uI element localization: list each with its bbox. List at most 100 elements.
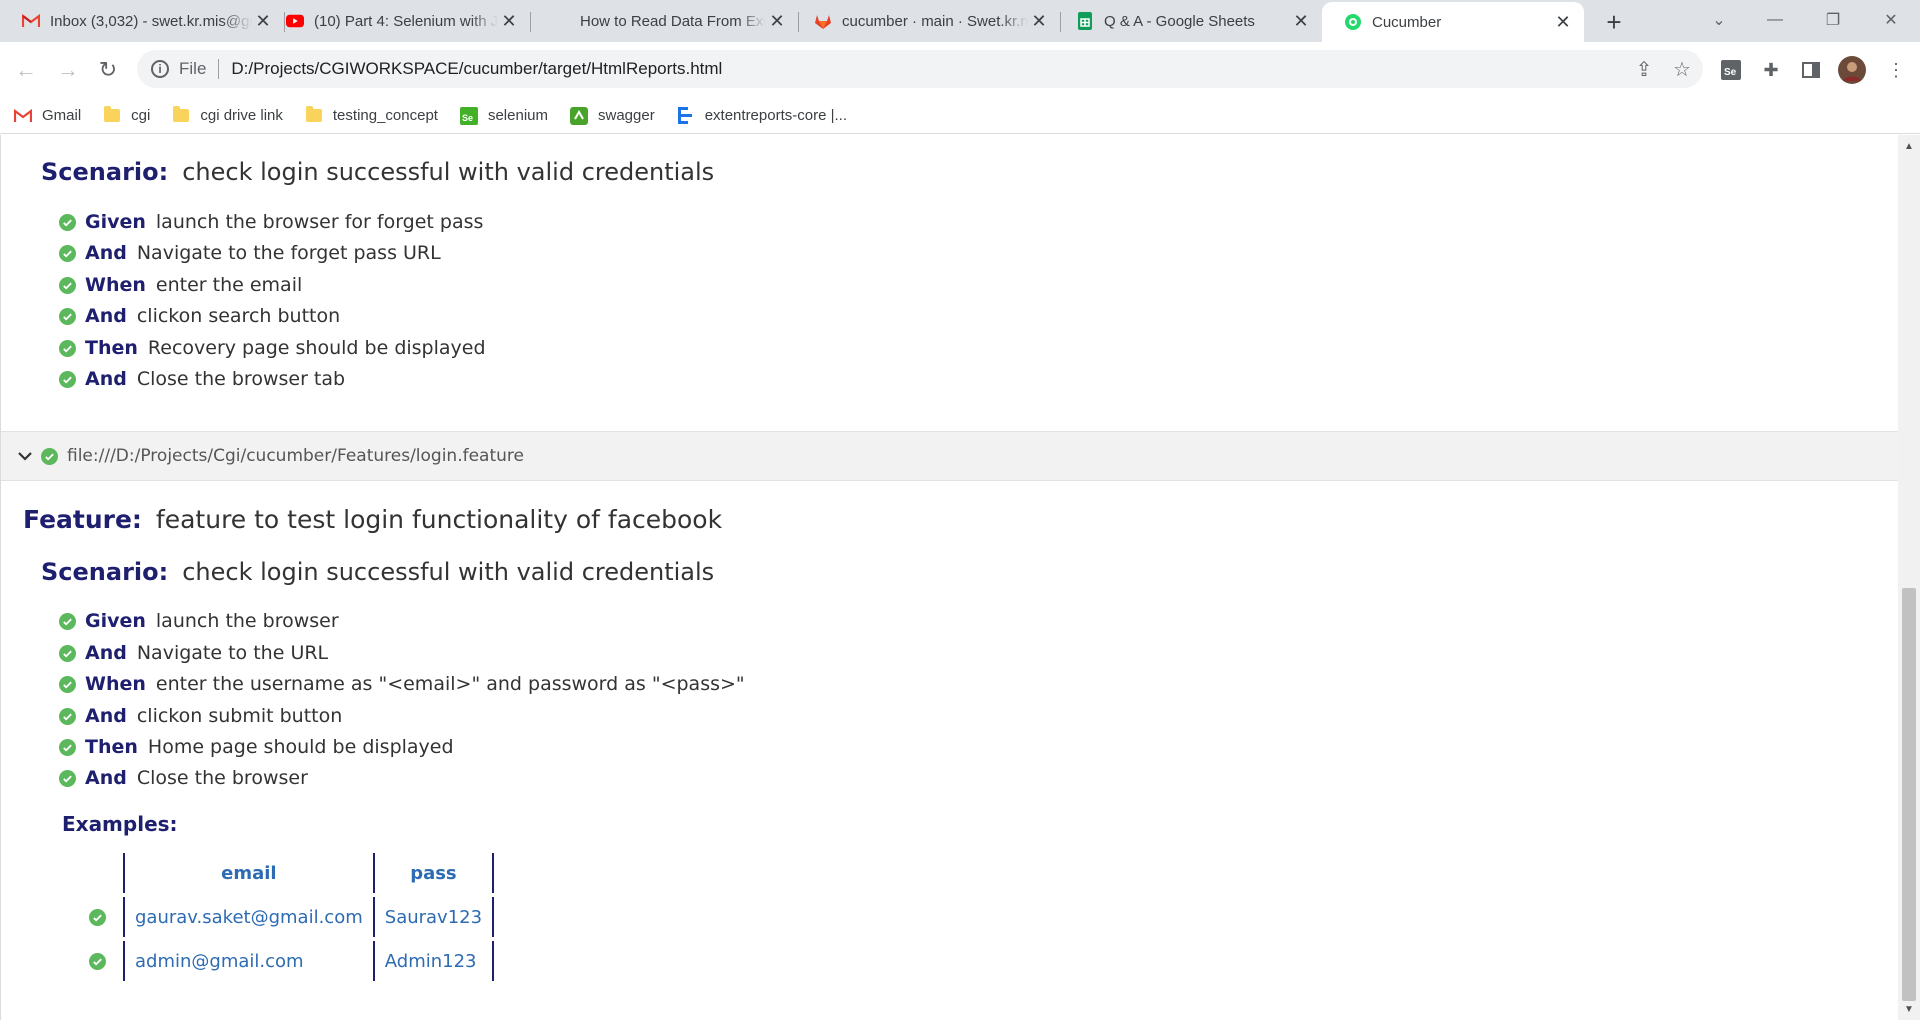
page-scrollbar[interactable]: ▲ ▼: [1898, 135, 1920, 1020]
chevron-down-icon[interactable]: [17, 448, 33, 464]
folder-icon: [103, 106, 121, 125]
scenario-keyword: Scenario:: [41, 558, 169, 586]
gmail-icon: [22, 12, 40, 30]
step: Then Recovery page should be displayed: [59, 334, 486, 362]
step-keyword: And: [85, 242, 127, 264]
close-icon[interactable]: ✕: [1028, 10, 1050, 32]
reload-button[interactable]: ↻: [92, 54, 124, 86]
svg-text:Se: Se: [462, 113, 473, 123]
close-icon[interactable]: ✕: [766, 10, 788, 32]
bookmark-label: Gmail: [42, 107, 82, 124]
bookmark-gmail[interactable]: Gmail: [14, 107, 81, 125]
passed-check-icon: [59, 769, 76, 787]
new-tab-button[interactable]: +: [1598, 6, 1630, 38]
step-text: enter the email: [155, 274, 303, 296]
site-info-icon[interactable]: i: [151, 60, 169, 78]
bookmark-cgi[interactable]: cgi: [103, 106, 150, 125]
tab-excel-article[interactable]: How to Read Data From Excel ✕: [530, 0, 798, 42]
feature-file-header[interactable]: file:///D:/Projects/Cgi/cucumber/Feature…: [1, 431, 1898, 481]
step: When enter the username as "<email>" and …: [59, 670, 745, 698]
profile-avatar[interactable]: [1836, 54, 1868, 86]
passed-check-icon: [89, 908, 106, 926]
step-text: Home page should be displayed: [147, 736, 454, 758]
bookmark-cgi-drive-link[interactable]: cgi drive link: [172, 106, 283, 125]
feature-file-path: file:///D:/Projects/Cgi/cucumber/Feature…: [67, 446, 524, 466]
bookmark-testing-concept[interactable]: testing_concept: [305, 106, 438, 125]
step-text: Close the browser tab: [136, 368, 346, 390]
bookmark-label: extentreports-core |...: [704, 107, 847, 124]
youtube-icon: [286, 12, 304, 30]
passed-check-icon: [89, 952, 106, 970]
tab-gitlab[interactable]: cucumber · main · Swet.kr.mishra ✕: [792, 0, 1060, 42]
scrollbar-thumb[interactable]: [1902, 588, 1916, 1001]
tab-google-sheets[interactable]: Q & A - Google Sheets ✕: [1054, 0, 1322, 42]
bookmark-label: selenium: [487, 107, 548, 124]
bookmarks-bar: Gmail cgi cgi drive link testing_concept…: [0, 98, 1920, 134]
examples-header-row: email pass: [89, 853, 495, 893]
status-cell: [89, 853, 124, 893]
bookmark-extentreports[interactable]: extentreports-core |...: [677, 106, 847, 125]
step-text: clickon search button: [136, 305, 341, 327]
step: And Close the browser: [59, 764, 308, 792]
step: And Navigate to the forget pass URL: [59, 239, 441, 267]
divider: [218, 59, 220, 79]
step-text: launch the browser: [155, 610, 339, 632]
examples-table: email pass gaurav.saket@gmail.com Saurav…: [89, 853, 495, 981]
tab-cucumber[interactable]: Cucumber ✕: [1322, 2, 1584, 42]
minimize-button[interactable]: —: [1752, 0, 1798, 40]
bookmark-selenium[interactable]: Se selenium: [459, 106, 548, 125]
bookmark-label: swagger: [598, 107, 655, 124]
step: When enter the email: [59, 271, 302, 299]
window-close-button[interactable]: ✕: [1868, 0, 1914, 40]
restore-button[interactable]: ❐: [1810, 0, 1856, 40]
tab-search-icon[interactable]: ⌄: [1696, 0, 1742, 40]
close-icon[interactable]: ✕: [498, 10, 520, 32]
scroll-up-arrow-icon[interactable]: ▲: [1898, 137, 1920, 155]
selenium-ide-icon[interactable]: Se: [1715, 54, 1747, 86]
tab-gmail[interactable]: Inbox (3,032) - swet.kr.mis@gmail.com ✕: [0, 0, 284, 42]
tab-title: Cucumber: [1372, 13, 1442, 31]
forward-button[interactable]: →: [52, 54, 84, 86]
passed-check-icon: [59, 707, 76, 725]
table-row: admin@gmail.com Admin123: [89, 941, 495, 981]
step-keyword: Given: [85, 211, 146, 233]
tab-strip: Inbox (3,032) - swet.kr.mis@gmail.com ✕ …: [0, 0, 1920, 42]
email-cell: gaurav.saket@gmail.com: [123, 897, 375, 937]
bookmark-swagger[interactable]: swagger: [570, 106, 655, 125]
report-page: Scenario: check login successful with val…: [0, 135, 1898, 1020]
passed-check-icon: [41, 447, 58, 465]
step: Given launch the browser: [59, 607, 339, 635]
scenario-title: check login successful with valid creden…: [182, 158, 715, 186]
sheets-icon: [1076, 12, 1094, 30]
passed-check-icon: [59, 370, 76, 388]
tab-title: cucumber · main · Swet.kr.mishra: [842, 12, 1028, 30]
passed-check-icon: [59, 612, 76, 630]
step-keyword: Then: [85, 736, 138, 758]
scroll-down-arrow-icon[interactable]: ▼: [1898, 1000, 1920, 1018]
step-keyword: And: [85, 642, 127, 664]
step: And clickon search button: [59, 302, 340, 330]
feature-title: feature to test login functionality of f…: [155, 505, 723, 534]
extensions-puzzle-icon[interactable]: ✚: [1755, 54, 1787, 86]
bookmark-star-icon[interactable]: ☆: [1665, 52, 1699, 86]
side-panel-icon[interactable]: [1795, 54, 1827, 86]
step: Then Home page should be displayed: [59, 733, 454, 761]
menu-kebab-icon[interactable]: ⋮: [1880, 54, 1912, 86]
status-cell: [89, 941, 124, 981]
close-icon[interactable]: ✕: [1552, 11, 1574, 33]
tab-title: (10) Part 4: Selenium with Java: [314, 12, 498, 30]
url-text[interactable]: D:/Projects/CGIWORKSPACE/cucumber/target…: [231, 59, 1627, 79]
address-bar[interactable]: i File D:/Projects/CGIWORKSPACE/cucumber…: [137, 50, 1703, 88]
passed-check-icon: [59, 738, 76, 756]
cucumber-icon: [1344, 13, 1362, 31]
close-icon[interactable]: ✕: [1290, 10, 1312, 32]
share-icon[interactable]: ⇪: [1627, 52, 1661, 86]
back-button[interactable]: ←: [10, 54, 42, 86]
tab-youtube[interactable]: (10) Part 4: Selenium with Java ✕: [264, 0, 530, 42]
tab-title: How to Read Data From Excel: [580, 12, 766, 30]
feature-keyword: Feature:: [23, 505, 142, 534]
browser-toolbar: ← → ↻ i File D:/Projects/CGIWORKSPACE/cu…: [0, 42, 1920, 98]
tab-title: Q & A - Google Sheets: [1104, 12, 1255, 30]
scenario-heading: Scenario: check login successful with val…: [41, 558, 714, 586]
step: And clickon submit button: [59, 702, 342, 730]
